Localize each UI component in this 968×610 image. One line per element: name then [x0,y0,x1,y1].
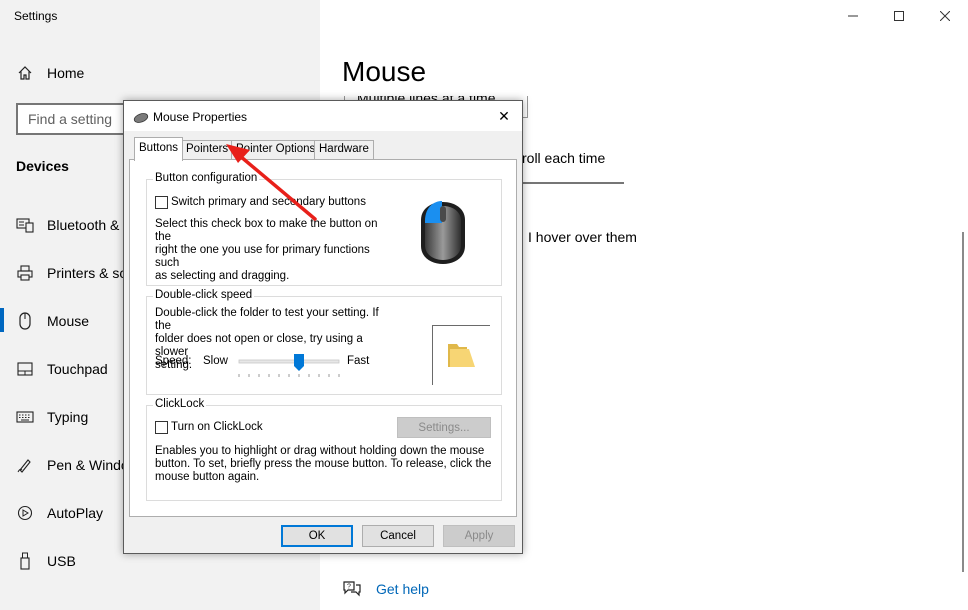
clicklock-description: Enables you to highlight or drag without… [155,445,492,483]
keyboard-icon [16,408,34,426]
get-help-label: Get help [376,581,429,597]
test-folder-area[interactable] [432,325,490,385]
button-configuration-group: Button configuration Switch primary and … [146,172,502,286]
pen-icon [16,456,34,474]
sidebar-item-label: Printers & sc [47,265,127,281]
mouse-properties-dialog: Mouse Properties ✕ Buttons Pointers Poin… [123,100,523,554]
inactive-scroll-label: I hover over them [528,229,637,245]
clicklock-group: ClickLock Turn on ClickLock Settings... … [146,398,502,501]
dialog-title: Mouse Properties [153,110,248,124]
group-label: Double-click speed [153,289,255,301]
minimize-button[interactable] [830,4,876,28]
tab-buttons[interactable]: Buttons [134,137,183,161]
get-help-link[interactable]: ? Get help [342,580,429,598]
tab-panel-buttons: Button configuration Switch primary and … [129,159,517,517]
dialog-titlebar[interactable]: Mouse Properties ✕ [124,101,522,131]
sidebar-item-label: Bluetooth & [47,217,120,233]
page-title: Mouse [342,56,427,87]
button-config-description: Select this check box to make the button… [155,218,378,282]
sidebar-item-label: Touchpad [47,361,108,377]
usb-icon [16,552,34,570]
ok-button[interactable]: OK [281,525,353,547]
scroll-lines-slider-track[interactable] [522,182,624,184]
group-label: Button configuration [153,172,260,184]
fast-label: Fast [347,355,370,367]
double-click-speed-group: Double-click speed Double-click the fold… [146,289,502,395]
mouse-illustration-icon [415,190,471,279]
search-placeholder: Find a setting [28,111,113,127]
autoplay-icon [16,504,34,522]
sidebar-item-label: Home [47,65,85,81]
scroll-lines-label: roll each time [522,150,606,166]
switch-buttons-checkbox[interactable] [155,196,168,209]
tab-hardware[interactable]: Hardware [314,140,374,160]
sidebar-item-label: Pen & Windo [47,457,129,473]
switch-buttons-label[interactable]: Switch primary and secondary buttons [171,196,366,209]
sidebar-item-label: Mouse [47,313,90,329]
touchpad-icon [16,360,34,378]
apply-button[interactable]: Apply [443,525,515,547]
slider-thumb [294,354,304,371]
window-title: Settings [14,9,58,23]
mouse-device-icon [133,111,149,129]
speed-label: Speed: [155,355,192,367]
maximize-icon [894,11,904,21]
close-icon [940,11,950,21]
sidebar-item-label: USB [47,553,76,569]
slow-label: Slow [203,355,228,367]
group-label: ClickLock [153,398,207,410]
tab-pointers[interactable]: Pointers [181,140,234,160]
clicklock-label[interactable]: Turn on ClickLock [171,421,263,434]
clicklock-checkbox[interactable] [155,421,168,434]
dialog-close-icon[interactable]: ✕ [494,107,514,125]
folder-icon [448,344,475,367]
help-chat-icon: ? [343,581,361,597]
tab-pointer-options[interactable]: Pointer Options [231,140,321,160]
svg-text:?: ? [347,584,351,591]
home-icon [16,64,34,82]
minimize-icon [848,15,858,17]
double-click-speed-slider[interactable] [235,353,345,381]
sidebar-item-home[interactable]: Home [0,53,320,93]
page-scrollbar[interactable] [962,232,964,572]
maximize-button[interactable] [876,4,922,28]
section-title: Devices [16,158,69,174]
sidebar-item-label: Typing [47,409,89,425]
bluetooth-icon [16,216,34,234]
mouse-icon [16,312,34,330]
clicklock-settings-button[interactable]: Settings... [397,417,491,438]
cancel-button[interactable]: Cancel [362,525,434,547]
printer-icon [16,264,34,282]
sidebar-item-label: AutoPlay [47,505,104,521]
close-button[interactable] [922,4,968,28]
